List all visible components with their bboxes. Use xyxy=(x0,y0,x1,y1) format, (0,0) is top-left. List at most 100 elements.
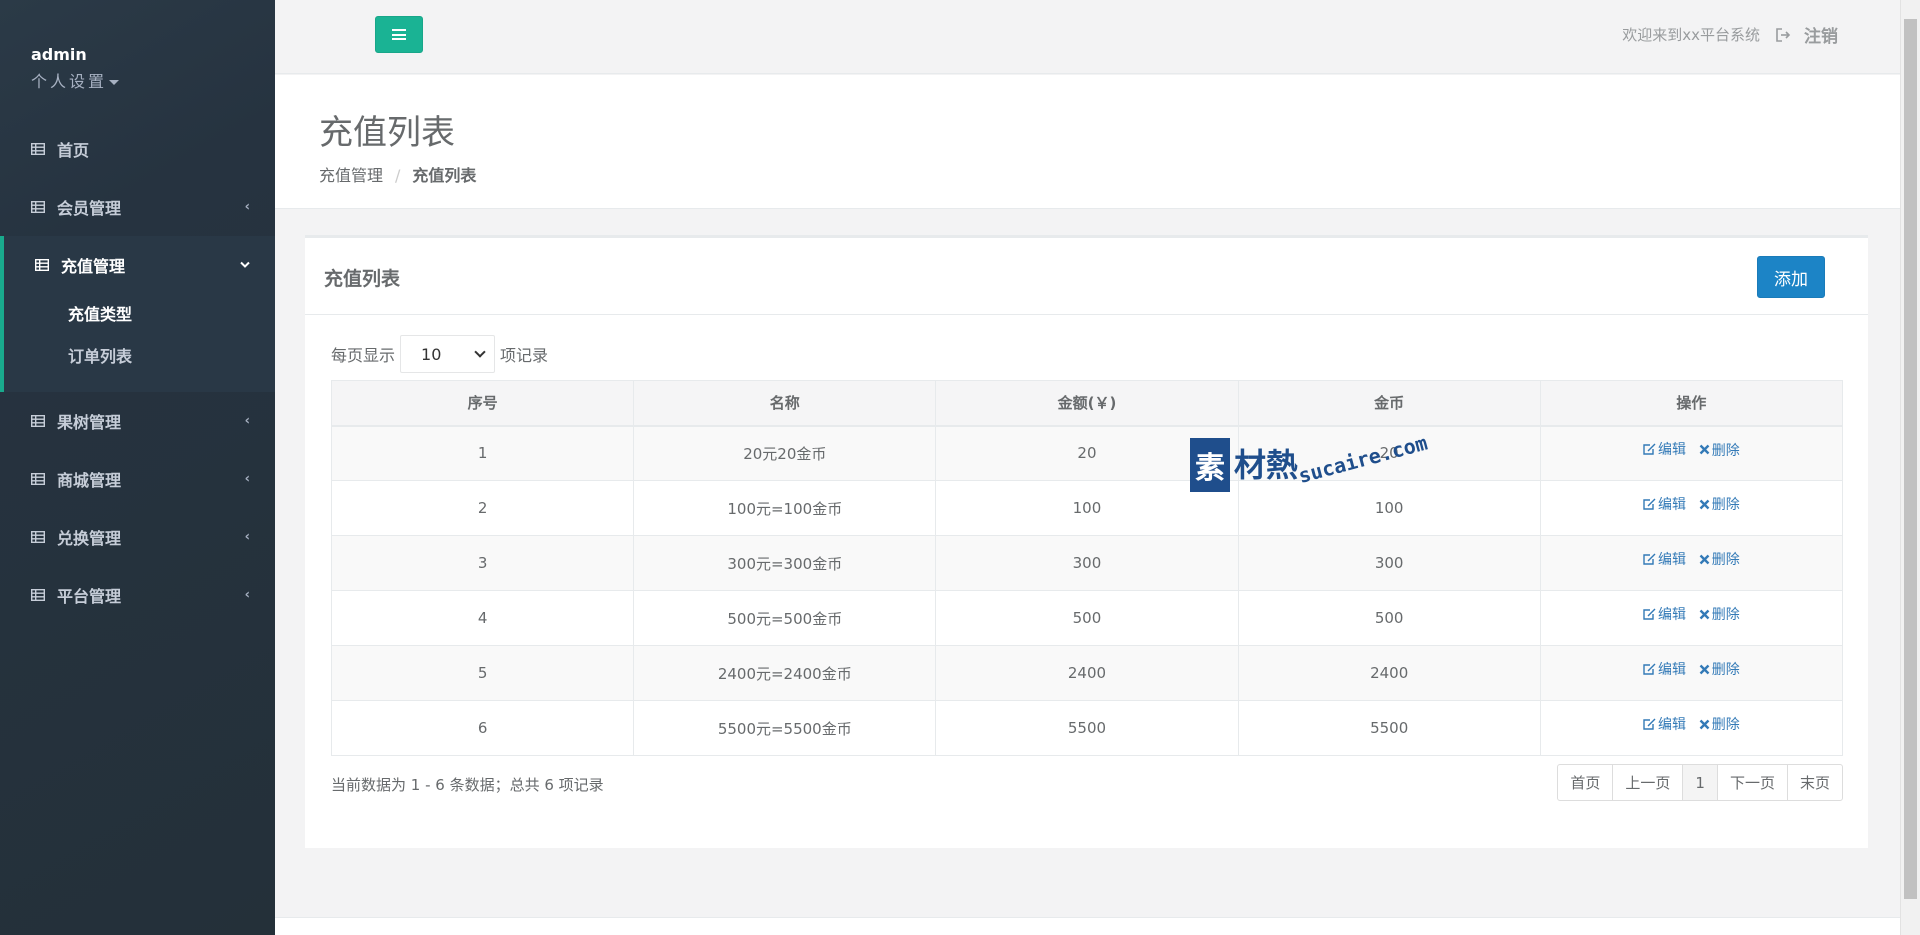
edit-label: 编辑 xyxy=(1657,496,1686,513)
page-scrollbar[interactable] xyxy=(1900,0,1920,935)
table-row: 5 2400元=2400金币 2400 2400 编辑 删除 xyxy=(330,645,1844,701)
delete-link[interactable]: 删除 xyxy=(1699,714,1740,734)
cell-name: 300元=300金币 xyxy=(633,535,937,591)
edit-label: 编辑 xyxy=(1657,661,1686,678)
grid-icon xyxy=(31,473,45,485)
cell-no: 1 xyxy=(330,425,635,481)
cell-no: 6 xyxy=(330,700,635,756)
column-header-actions: 操作 xyxy=(1539,380,1844,427)
cell-actions: 编辑 删除 xyxy=(1539,645,1844,701)
breadcrumb-item-recharge[interactable]: 充值管理 xyxy=(319,166,383,185)
page-length-value: 10 xyxy=(421,344,442,364)
delete-label: 删除 xyxy=(1711,607,1740,624)
pagination: 首页 上一页 1 下一页 末页 xyxy=(1557,764,1843,801)
page-length-select[interactable]: 10 xyxy=(400,335,496,373)
pager-next[interactable]: 下一页 xyxy=(1716,764,1788,801)
cell-no: 5 xyxy=(330,645,635,701)
delete-link[interactable]: 删除 xyxy=(1699,659,1740,679)
logout-link[interactable]: 注销 xyxy=(1776,22,1838,47)
column-header-amount[interactable]: 金额(￥) xyxy=(935,380,1239,427)
pager-prev[interactable]: 上一页 xyxy=(1612,764,1684,801)
welcome-text: 欢迎来到xx平台系统 xyxy=(1622,26,1760,44)
table-row: 6 5500元=5500金币 5500 5500 编辑 删除 xyxy=(330,700,1844,756)
delete-label: 删除 xyxy=(1711,662,1740,679)
sign-out-icon xyxy=(1776,27,1791,42)
chevron-left-icon: ‹ xyxy=(244,413,250,429)
chevron-down-icon xyxy=(240,261,250,268)
edit-link[interactable]: 编辑 xyxy=(1643,494,1686,514)
delete-link[interactable]: 删除 xyxy=(1699,549,1740,569)
edit-link[interactable]: 编辑 xyxy=(1643,714,1686,734)
cell-name: 100元=100金币 xyxy=(633,480,937,536)
cell-name: 5500元=5500金币 xyxy=(633,700,937,756)
pager-first[interactable]: 首页 xyxy=(1557,764,1614,801)
table-row: 2 100元=100金币 100 100 编辑 删除 xyxy=(330,480,1844,536)
grid-icon xyxy=(35,259,49,271)
recharge-list-panel: 充值列表 添加 每页显示 10 项记录 序号 名称 金额(￥) 金币 操作 1 … xyxy=(305,235,1868,848)
grid-icon xyxy=(31,143,45,155)
cell-coins: 300 xyxy=(1237,535,1541,591)
scrollbar-thumb[interactable] xyxy=(1904,19,1917,899)
sidebar-item-platform[interactable]: 平台管理 ‹ xyxy=(0,566,275,624)
delete-label: 删除 xyxy=(1711,497,1740,514)
delete-link[interactable]: 删除 xyxy=(1699,440,1740,460)
breadcrumb-separator: / xyxy=(395,166,401,185)
edit-link[interactable]: 编辑 xyxy=(1643,549,1686,569)
personal-settings-dropdown[interactable]: 个人设置 xyxy=(31,68,120,92)
column-header-no[interactable]: 序号 xyxy=(330,380,635,427)
pager-current[interactable]: 1 xyxy=(1682,764,1718,801)
cell-no: 4 xyxy=(330,590,635,646)
pager-last[interactable]: 末页 xyxy=(1786,764,1843,801)
delete-link[interactable]: 删除 xyxy=(1699,494,1740,514)
page-length-prefix: 每页显示 xyxy=(331,346,396,365)
cell-coins: 500 xyxy=(1237,590,1541,646)
edit-link[interactable]: 编辑 xyxy=(1643,659,1686,679)
sidebar-item-members[interactable]: 会员管理 ‹ xyxy=(0,178,275,236)
cell-name: 500元=500金币 xyxy=(633,590,937,646)
chevron-left-icon: ‹ xyxy=(244,529,250,545)
sidebar-item-mall[interactable]: 商城管理 ‹ xyxy=(0,450,275,508)
sidebar-item-home[interactable]: 首页 xyxy=(0,120,275,178)
chevron-left-icon: ‹ xyxy=(244,199,250,215)
page-title: 充值列表 xyxy=(319,113,455,153)
chevron-left-icon: ‹ xyxy=(244,587,250,603)
cell-amount: 5500 xyxy=(935,700,1239,756)
grid-icon xyxy=(31,531,45,543)
delete-link[interactable]: 删除 xyxy=(1699,604,1740,624)
add-button[interactable]: 添加 xyxy=(1757,256,1825,298)
column-header-name[interactable]: 名称 xyxy=(633,380,937,427)
cell-actions: 编辑 删除 xyxy=(1539,535,1844,591)
times-icon xyxy=(1699,609,1710,620)
delete-label: 删除 xyxy=(1711,717,1740,734)
footer xyxy=(275,917,1900,935)
chevron-down-icon xyxy=(474,346,486,358)
cell-actions: 编辑 删除 xyxy=(1539,425,1844,481)
cell-no: 3 xyxy=(330,535,635,591)
grid-icon xyxy=(31,589,45,601)
sidebar-subitem-recharge-types[interactable]: 充值类型 xyxy=(4,294,275,336)
edit-icon xyxy=(1643,443,1656,455)
table-row: 1 20元20金币 20 20 编辑 删除 xyxy=(330,425,1844,481)
profile: admin 个人设置 xyxy=(0,0,275,120)
sidebar-item-fruit-trees[interactable]: 果树管理 ‹ xyxy=(0,392,275,450)
breadcrumb: 充值管理 / 充值列表 xyxy=(319,162,476,186)
table-header-row: 序号 名称 金额(￥) 金币 操作 xyxy=(330,380,1844,427)
column-header-coins[interactable]: 金币 xyxy=(1237,380,1541,427)
sidebar-subitem-orders[interactable]: 订单列表 xyxy=(4,336,275,378)
sidebar-item-exchange[interactable]: 兑换管理 ‹ xyxy=(0,508,275,566)
sidebar-item-label: 商城管理 xyxy=(57,471,122,490)
edit-label: 编辑 xyxy=(1657,442,1686,458)
cell-coins: 20 xyxy=(1237,425,1541,481)
edit-link[interactable]: 编辑 xyxy=(1643,439,1686,459)
cell-amount: 300 xyxy=(935,535,1239,591)
cell-actions: 编辑 删除 xyxy=(1539,700,1844,756)
cell-coins: 2400 xyxy=(1237,645,1541,701)
times-icon xyxy=(1699,664,1710,675)
menu-toggle-button[interactable] xyxy=(375,16,423,53)
edit-icon xyxy=(1643,718,1656,730)
sidebar-item-recharge[interactable]: 充值管理 xyxy=(4,236,275,294)
page-heading: 充值列表 充值管理 / 充值列表 xyxy=(275,75,1900,209)
chevron-left-icon: ‹ xyxy=(244,471,250,487)
edit-link[interactable]: 编辑 xyxy=(1643,604,1686,624)
table-row: 3 300元=300金币 300 300 编辑 删除 xyxy=(330,535,1844,591)
